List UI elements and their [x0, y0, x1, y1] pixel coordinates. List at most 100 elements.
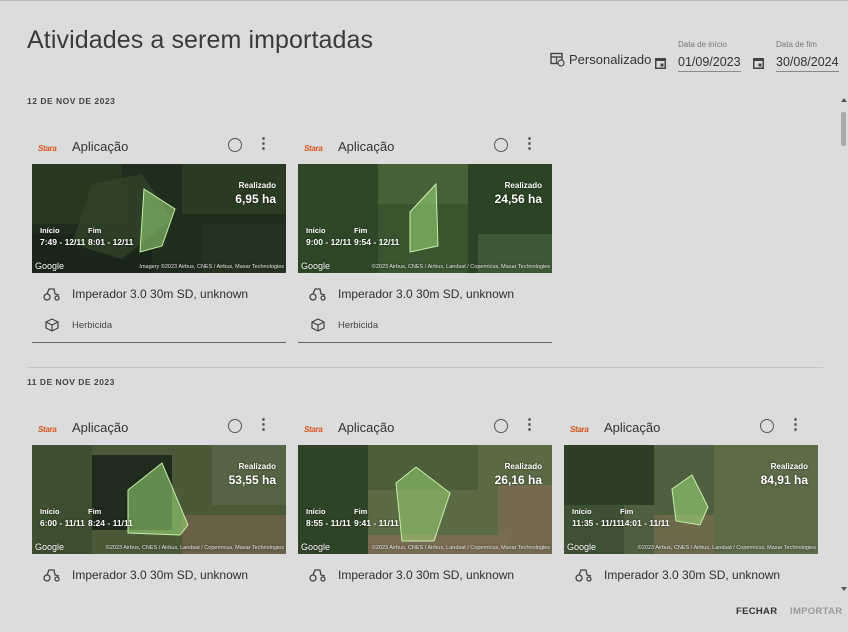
calendar-icon: [655, 58, 666, 69]
start-label: Início: [40, 507, 60, 516]
card-header: Stara Aplicação ⋮: [298, 415, 552, 445]
end-date-value[interactable]: 30/08/2024: [776, 55, 839, 72]
machine-name: Imperador 3.0 30m SD, unknown: [72, 568, 249, 582]
period-selector[interactable]: Personalizado: [549, 51, 651, 67]
card-title: Aplicação: [72, 420, 129, 435]
top-border: [0, 0, 848, 1]
card-header: Stara Aplicação ⋮: [32, 415, 286, 445]
machine-row: Imperador 3.0 30m SD, unknown: [298, 564, 552, 586]
card-title: Aplicação: [338, 139, 395, 154]
more-vert-icon[interactable]: ⋮: [256, 135, 271, 153]
scroll-down-arrow[interactable]: [841, 587, 847, 591]
package-icon: [42, 318, 62, 332]
end-time: 9:41 - 11/11: [354, 518, 399, 528]
more-vert-icon[interactable]: ⋮: [522, 416, 537, 434]
start-label: Início: [40, 226, 60, 235]
google-logo: Google: [301, 542, 331, 552]
dialog-actions: FECHAR IMPORTAR: [0, 596, 848, 632]
close-button[interactable]: FECHAR: [736, 606, 777, 617]
product-row: Herbicida: [32, 314, 286, 336]
more-vert-icon[interactable]: ⋮: [522, 135, 537, 153]
realized-area: 26,16 ha: [494, 473, 542, 487]
package-icon: [308, 318, 328, 332]
start-time: 11:35 - 11/11: [572, 518, 622, 528]
field-map: Realizado 24,56 ha Início Fim 9:00 - 12/…: [298, 164, 552, 273]
select-radio[interactable]: [494, 419, 508, 433]
card-header: Stara Aplicação ⋮: [564, 415, 818, 445]
tractor-icon: [308, 568, 328, 582]
product-name: Herbicida: [338, 319, 379, 331]
start-label: Início: [572, 507, 592, 516]
machine-row: Imperador 3.0 30m SD, unknown: [564, 564, 818, 586]
activities-list[interactable]: 12 DE NOV DE 2023 Stara Aplicação ⋮ Real…: [0, 86, 838, 596]
more-vert-icon[interactable]: ⋮: [788, 416, 803, 434]
realized-area: 6,95 ha: [235, 192, 276, 206]
realized-label: Realizado: [238, 181, 276, 190]
field-map: Realizado 53,55 ha Início Fim 6:00 - 11/…: [32, 445, 286, 554]
map-attribution: ©2023 Airbus, CNES / Airbus, Landsat / C…: [371, 545, 550, 551]
stara-logo: Stara: [38, 144, 57, 153]
start-time: 6:00 - 11/11: [40, 518, 85, 528]
calendar-icon: [753, 58, 764, 69]
end-label: Fim: [620, 507, 634, 516]
group-date-label: 12 DE NOV DE 2023: [27, 96, 116, 106]
tractor-icon: [308, 287, 328, 301]
scroll-up-arrow[interactable]: [841, 98, 847, 102]
tractor-icon: [42, 568, 62, 582]
machine-row: Imperador 3.0 30m SD, unknown: [32, 564, 286, 586]
product-name: Herbicida: [72, 319, 113, 331]
calendar-range-icon: [550, 52, 565, 67]
end-time: 8:01 - 12/11: [88, 237, 134, 247]
start-label: Início: [306, 226, 326, 235]
google-logo: Google: [35, 542, 65, 552]
vertical-scrollbar[interactable]: [839, 98, 848, 595]
start-time: 7:49 - 12/11: [40, 237, 86, 247]
start-time: 8:55 - 11/11: [306, 518, 351, 528]
machine-name: Imperador 3.0 30m SD, unknown: [338, 287, 515, 301]
field-map: Realizado 84,91 ha Início Fim 11:35 - 11…: [564, 445, 818, 554]
realized-area: 84,91 ha: [760, 473, 808, 487]
end-label: Fim: [88, 507, 102, 516]
scroll-thumb[interactable]: [841, 112, 846, 146]
realized-label: Realizado: [770, 462, 808, 471]
end-date-label: Data de fim: [776, 40, 817, 49]
dialog-title: Atividades a serem importadas: [27, 26, 374, 54]
start-date-label: Data de início: [678, 40, 727, 49]
realized-label: Realizado: [504, 181, 542, 190]
group-date-label: 11 DE NOV DE 2023: [27, 377, 115, 387]
stara-logo: Stara: [38, 425, 57, 434]
machine-name: Imperador 3.0 30m SD, unknown: [338, 568, 515, 582]
machine-name: Imperador 3.0 30m SD, unknown: [604, 568, 781, 582]
card-title: Aplicação: [338, 420, 395, 435]
end-label: Fim: [88, 226, 102, 235]
card-title: Aplicação: [604, 420, 661, 435]
map-attribution: ©2023 Airbus, CNES / Airbus, Landsat / C…: [105, 545, 284, 551]
select-radio[interactable]: [228, 419, 242, 433]
stara-logo: Stara: [570, 425, 589, 434]
start-time: 9:00 - 12/11: [306, 237, 352, 247]
map-attribution: Imagery ©2023 Airbus, CNES / Airbus, Max…: [139, 264, 284, 270]
card-bottom-border: [298, 342, 552, 343]
start-date-value[interactable]: 01/09/2023: [678, 55, 741, 72]
select-radio[interactable]: [760, 419, 774, 433]
end-time: 8:24 - 11/11: [88, 518, 133, 528]
card-header: Stara Aplicação ⋮: [298, 134, 552, 164]
more-vert-icon[interactable]: ⋮: [256, 416, 271, 434]
import-button[interactable]: IMPORTAR: [790, 606, 842, 617]
realized-area: 53,55 ha: [228, 473, 276, 487]
tractor-icon: [574, 568, 594, 582]
card-title: Aplicação: [72, 139, 129, 154]
machine-name: Imperador 3.0 30m SD, unknown: [72, 287, 249, 301]
select-radio[interactable]: [228, 138, 242, 152]
field-map: Realizado 26,16 ha Início Fim 8:55 - 11/…: [298, 445, 552, 554]
select-radio[interactable]: [494, 138, 508, 152]
map-attribution: ©2023 Airbus, CNES / Airbus, Landsat / C…: [637, 545, 816, 551]
stara-logo: Stara: [304, 144, 323, 153]
start-label: Início: [306, 507, 326, 516]
section-divider: [27, 367, 823, 368]
google-logo: Google: [301, 261, 331, 271]
period-label: Personalizado: [569, 51, 652, 67]
end-label: Fim: [354, 226, 368, 235]
card-header: Stara Aplicação ⋮: [32, 134, 286, 164]
map-attribution: ©2023 Airbus, CNES / Airbus, Landsat / C…: [371, 264, 550, 270]
